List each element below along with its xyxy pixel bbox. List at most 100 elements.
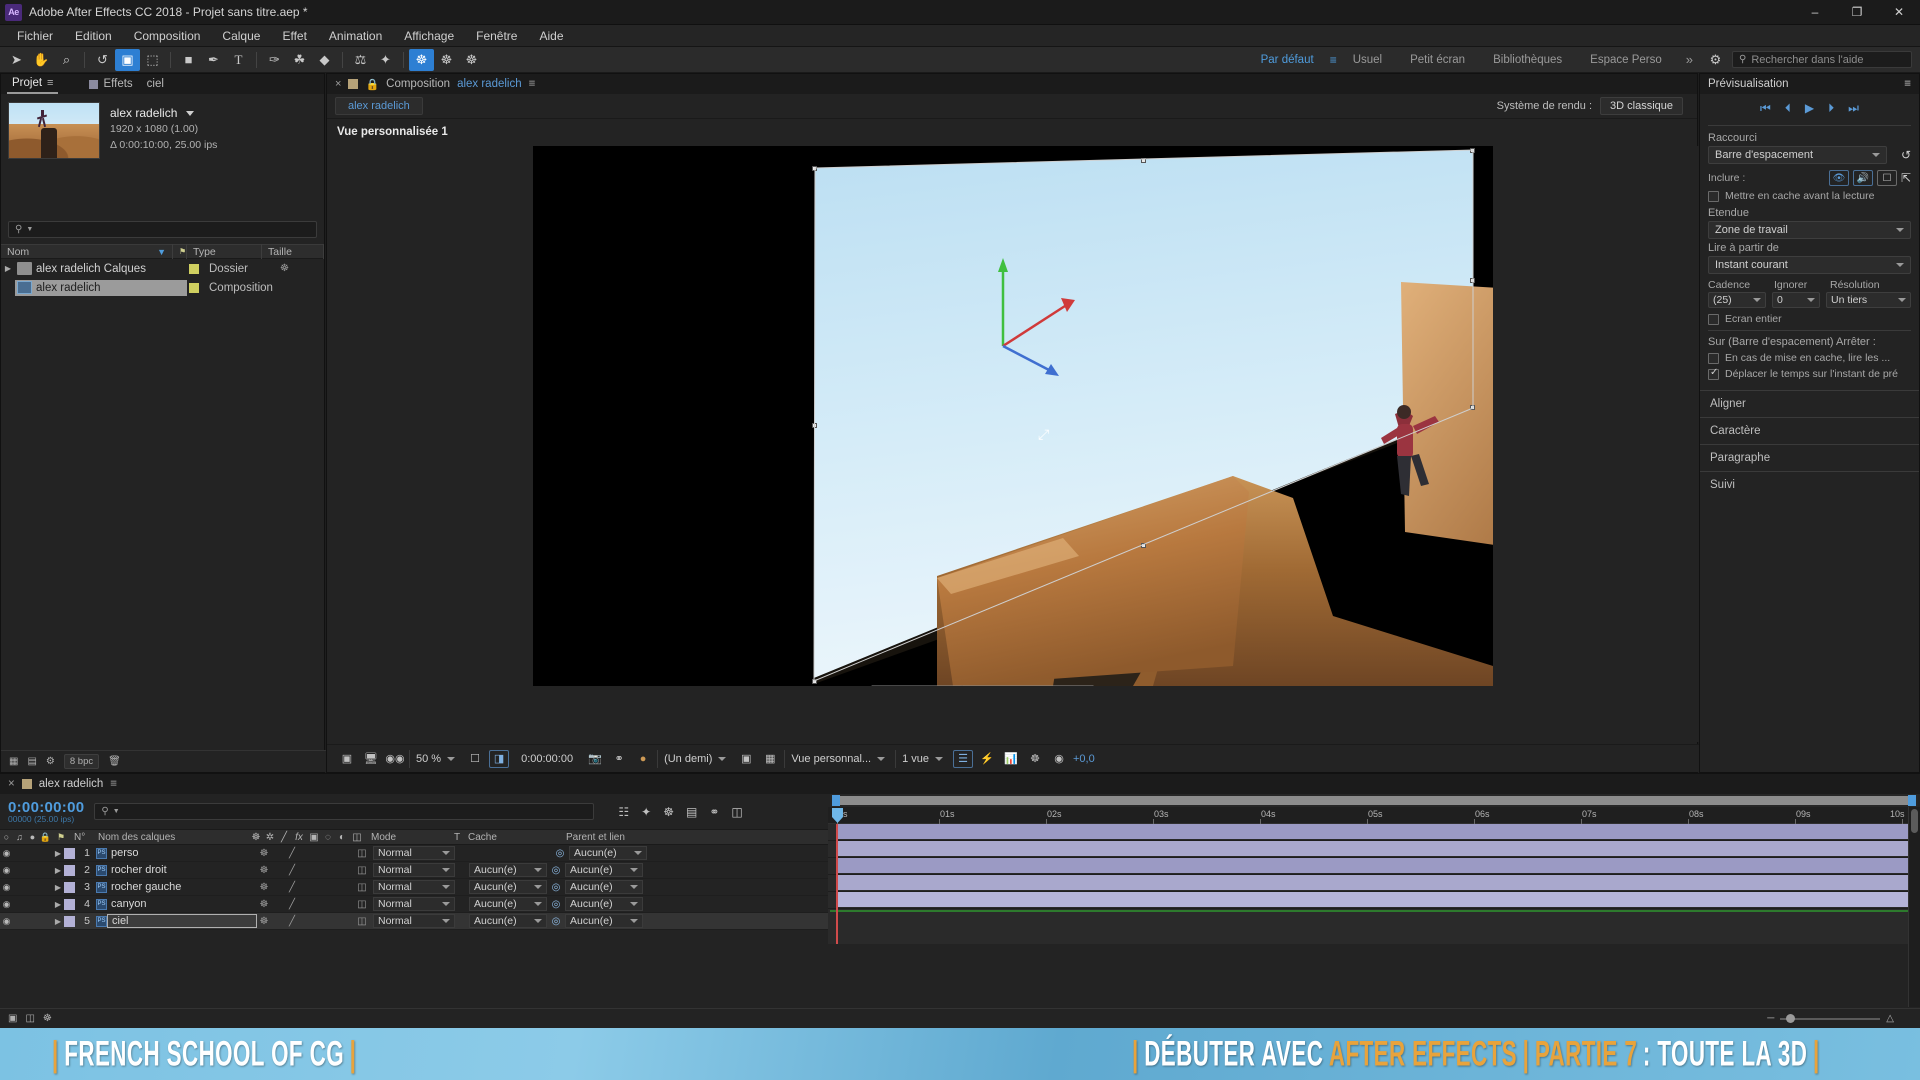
table-row[interactable]: alex radelich Composition bbox=[1, 278, 324, 297]
view-layout-select[interactable]: Vue personnal... bbox=[784, 749, 891, 768]
parent-switch-icon[interactable]: ☸ bbox=[257, 865, 271, 876]
disclosure-triangle-icon[interactable]: ▶ bbox=[52, 900, 64, 909]
first-frame-button[interactable]: ⏮ bbox=[1760, 101, 1771, 116]
bit-depth-badge[interactable]: 8 bpc bbox=[63, 754, 100, 769]
close-icon[interactable]: × bbox=[335, 78, 341, 90]
layer-duration-bar[interactable] bbox=[836, 858, 1910, 873]
parent-switch-icon[interactable]: ☸ bbox=[257, 848, 271, 859]
parent-switch-icon[interactable]: ☸ bbox=[257, 882, 271, 893]
layer-matte-select[interactable]: Aucun(e) bbox=[469, 863, 547, 877]
cache-before-playback-row[interactable]: Mettre en cache avant la lecture bbox=[1700, 188, 1919, 204]
include-overlays-icon[interactable]: ☐ bbox=[1876, 170, 1897, 186]
comp-flowchart-icon[interactable]: ☸ bbox=[1025, 750, 1045, 768]
previous-frame-button[interactable]: ⏴ bbox=[1785, 101, 1791, 116]
zoom-tool-icon[interactable]: ⌕ bbox=[54, 49, 79, 71]
eraser-tool-icon[interactable]: ◆ bbox=[312, 49, 337, 71]
project-search-input[interactable]: ⚲ ▼ bbox=[8, 221, 317, 238]
layer-label-color[interactable] bbox=[64, 898, 75, 910]
layer-matte-select[interactable]: Aucun(e) bbox=[469, 880, 547, 894]
new-folder-icon[interactable]: ▤ bbox=[27, 756, 36, 767]
layer-name[interactable]: canyon bbox=[107, 898, 257, 910]
video-toggle-icon[interactable]: ◉ bbox=[0, 848, 13, 859]
parent-pickwhip-icon[interactable]: ◎ bbox=[547, 865, 565, 876]
video-toggle-icon[interactable]: ◉ bbox=[0, 899, 13, 910]
timeline-track-area[interactable]: 0s 01s 02s 03s 04s 05s 06s 07s 08s 09s bbox=[828, 794, 1920, 1029]
disclosure-triangle-icon[interactable]: ▶ bbox=[52, 866, 64, 875]
current-time-display[interactable]: 0:00:00:00 bbox=[513, 753, 581, 765]
panel-menu-icon[interactable]: ≡ bbox=[529, 78, 536, 90]
delete-icon[interactable]: 🗑 bbox=[108, 756, 121, 767]
region-of-interest-icon[interactable]: ◨ bbox=[489, 749, 510, 768]
timeline-view-icon[interactable]: 📊 bbox=[1001, 750, 1021, 768]
layer-label-color[interactable] bbox=[64, 847, 75, 859]
layer-mode-select[interactable]: Normal bbox=[373, 880, 455, 894]
channels-icon[interactable]: ● bbox=[633, 750, 653, 768]
graph-editor-toggle-icon[interactable]: ◫ bbox=[25, 1013, 34, 1024]
work-area-end-handle[interactable] bbox=[1908, 795, 1916, 806]
comp-flowchart-icon[interactable]: ☸ bbox=[43, 1013, 52, 1024]
layer-parent-select[interactable]: Aucun(e) bbox=[565, 897, 643, 911]
resolution-select[interactable]: (Un demi) bbox=[657, 749, 732, 768]
parent-pickwhip-icon[interactable]: ◎ bbox=[551, 848, 569, 859]
exposure-value[interactable]: +0,0 bbox=[1073, 753, 1095, 765]
layer-duration-bar[interactable] bbox=[836, 892, 1910, 907]
menu-edition[interactable]: Edition bbox=[64, 27, 123, 45]
label-swatch-cell[interactable] bbox=[187, 263, 201, 274]
render-system-value[interactable]: 3D classique bbox=[1600, 97, 1683, 115]
disclosure-triangle-icon[interactable]: ▶ bbox=[1, 264, 15, 273]
puppet-starch-tool-icon[interactable]: ☸ bbox=[434, 49, 459, 71]
layer-mode-select[interactable]: Normal bbox=[373, 897, 455, 911]
composition-breadcrumb-chip[interactable]: alex radelich bbox=[335, 97, 423, 115]
quality-switch-icon[interactable]: ╱ bbox=[285, 848, 299, 859]
project-settings-icon[interactable]: ⚙ bbox=[46, 756, 55, 767]
parent-pickwhip-icon[interactable]: ◎ bbox=[547, 899, 565, 910]
views-select[interactable]: 1 vue bbox=[895, 749, 949, 768]
include-audio-icon[interactable]: 🔊 bbox=[1852, 170, 1873, 186]
fullscreen-checkbox[interactable] bbox=[1708, 313, 1719, 325]
pixel-aspect-correction-icon[interactable]: ☰ bbox=[953, 749, 973, 768]
fullscreen-row[interactable]: Ecran entier bbox=[1700, 308, 1919, 327]
column-label[interactable]: ⚑ bbox=[173, 244, 187, 259]
layer-parent-select[interactable]: Aucun(e) bbox=[565, 880, 643, 894]
layer-name[interactable]: rocher droit bbox=[107, 864, 257, 876]
disclosure-triangle-icon[interactable]: ▶ bbox=[52, 883, 64, 892]
layer-parent-select[interactable]: Aucun(e) bbox=[569, 846, 647, 860]
menu-composition[interactable]: Composition bbox=[123, 27, 212, 45]
zoom-in-icon[interactable]: △ bbox=[1886, 1013, 1894, 1024]
zoom-slider-track[interactable] bbox=[1780, 1013, 1881, 1023]
next-frame-button[interactable]: ⏵ bbox=[1828, 101, 1834, 116]
hand-tool-icon[interactable]: ✋ bbox=[29, 49, 54, 71]
motion-blur-icon[interactable]: ⚭ bbox=[709, 805, 719, 819]
work-area-start-handle[interactable] bbox=[832, 795, 840, 806]
tab-ciel[interactable]: ciel bbox=[142, 74, 169, 94]
zoom-slider-thumb[interactable] bbox=[1786, 1013, 1796, 1023]
parent-pickwhip-icon[interactable]: ◎ bbox=[547, 882, 565, 893]
column-nom[interactable]: Nom ▼ bbox=[1, 244, 173, 259]
playhead-handle[interactable] bbox=[832, 808, 843, 823]
menu-aide[interactable]: Aide bbox=[528, 27, 574, 45]
table-row[interactable]: ▶ alex radelich Calques Dossier ☸ bbox=[1, 259, 324, 278]
time-ruler[interactable]: 0s 01s 02s 03s 04s 05s 06s 07s 08s 09s bbox=[828, 807, 1920, 824]
workspace-settings-icon[interactable]: ⚙ bbox=[1703, 49, 1728, 71]
workspace-par-defaut[interactable]: Par défaut bbox=[1247, 54, 1328, 66]
help-search-input[interactable]: ⚲ Rechercher dans l'aide bbox=[1732, 51, 1912, 68]
scrollbar-thumb[interactable] bbox=[1911, 809, 1918, 833]
quality-switch-icon[interactable]: ╱ bbox=[285, 899, 299, 910]
three-d-switch-icon[interactable]: ◫ bbox=[355, 899, 369, 910]
layer-name[interactable]: rocher gauche bbox=[107, 881, 257, 893]
frame-blending-icon[interactable]: ▤ bbox=[686, 805, 697, 819]
timeline-zoom-slider[interactable]: ─ △ bbox=[1767, 1013, 1920, 1024]
exposure-reset-icon[interactable]: ◉ bbox=[1049, 750, 1069, 768]
menu-fichier[interactable]: Fichier bbox=[6, 27, 64, 45]
zoom-level-select[interactable]: 50 % bbox=[409, 749, 461, 768]
lock-icon[interactable]: 🔒 bbox=[365, 78, 379, 91]
chevron-down-icon[interactable] bbox=[185, 111, 194, 117]
pan-behind-tool-icon[interactable]: ⬚ bbox=[140, 49, 165, 71]
on-stop-option-2-row[interactable]: Déplacer le temps sur l'instant de pré bbox=[1700, 366, 1919, 382]
disclosure-triangle-icon[interactable]: ▶ bbox=[52, 849, 64, 858]
workspace-overflow-icon[interactable]: » bbox=[1676, 52, 1703, 67]
layer-label-color[interactable] bbox=[64, 881, 75, 893]
play-from-select[interactable]: Instant courant bbox=[1708, 256, 1911, 274]
workspace-menu-icon[interactable]: ≡ bbox=[1328, 53, 1339, 67]
toggle-switches-modes-icon[interactable]: ▣ bbox=[8, 1013, 17, 1024]
